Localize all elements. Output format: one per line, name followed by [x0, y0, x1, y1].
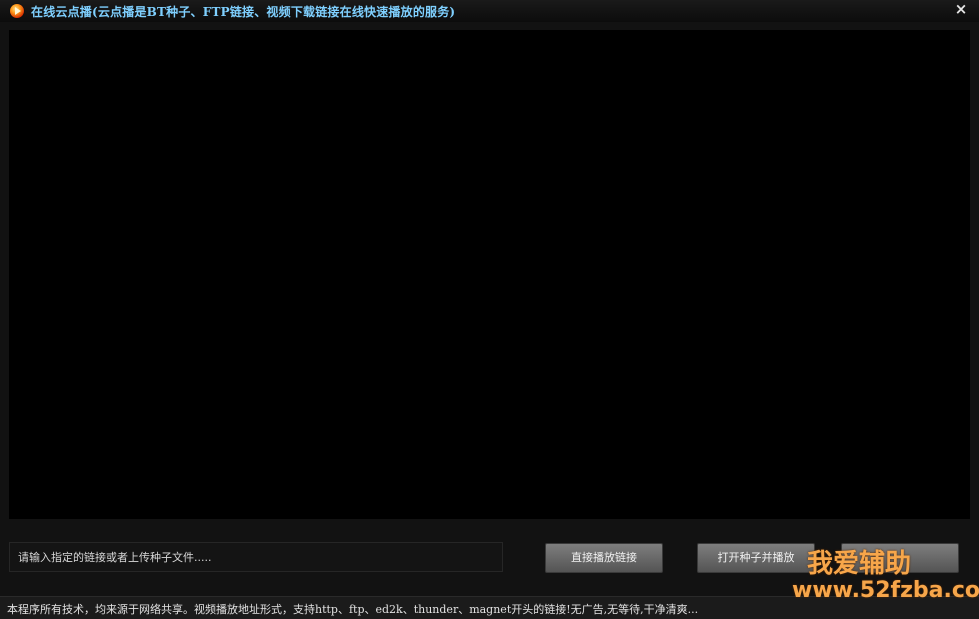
close-icon[interactable]: ×	[949, 0, 973, 20]
status-text: 本程序所有技术，均来源于网络共享。视频播放地址形式，支持http、ftp、ed2…	[7, 603, 699, 616]
app-window: 在线云点播(云点播是BT种子、FTP链接、视频下载链接在线快速播放的服务) × …	[0, 0, 979, 619]
play-orb-icon	[10, 4, 24, 18]
title-bar[interactable]: 在线云点播(云点播是BT种子、FTP链接、视频下载链接在线快速播放的服务) ×	[0, 0, 979, 22]
extra-button[interactable]	[841, 543, 959, 573]
url-input[interactable]	[9, 542, 503, 572]
status-bar: 本程序所有技术，均来源于网络共享。视频播放地址形式，支持http、ftp、ed2…	[0, 596, 979, 619]
play-link-button[interactable]: 直接播放链接	[545, 543, 663, 573]
open-torrent-button[interactable]: 打开种子并播放	[697, 543, 815, 573]
video-player-area[interactable]	[9, 30, 970, 519]
window-title: 在线云点播(云点播是BT种子、FTP链接、视频下载链接在线快速播放的服务)	[31, 5, 456, 19]
